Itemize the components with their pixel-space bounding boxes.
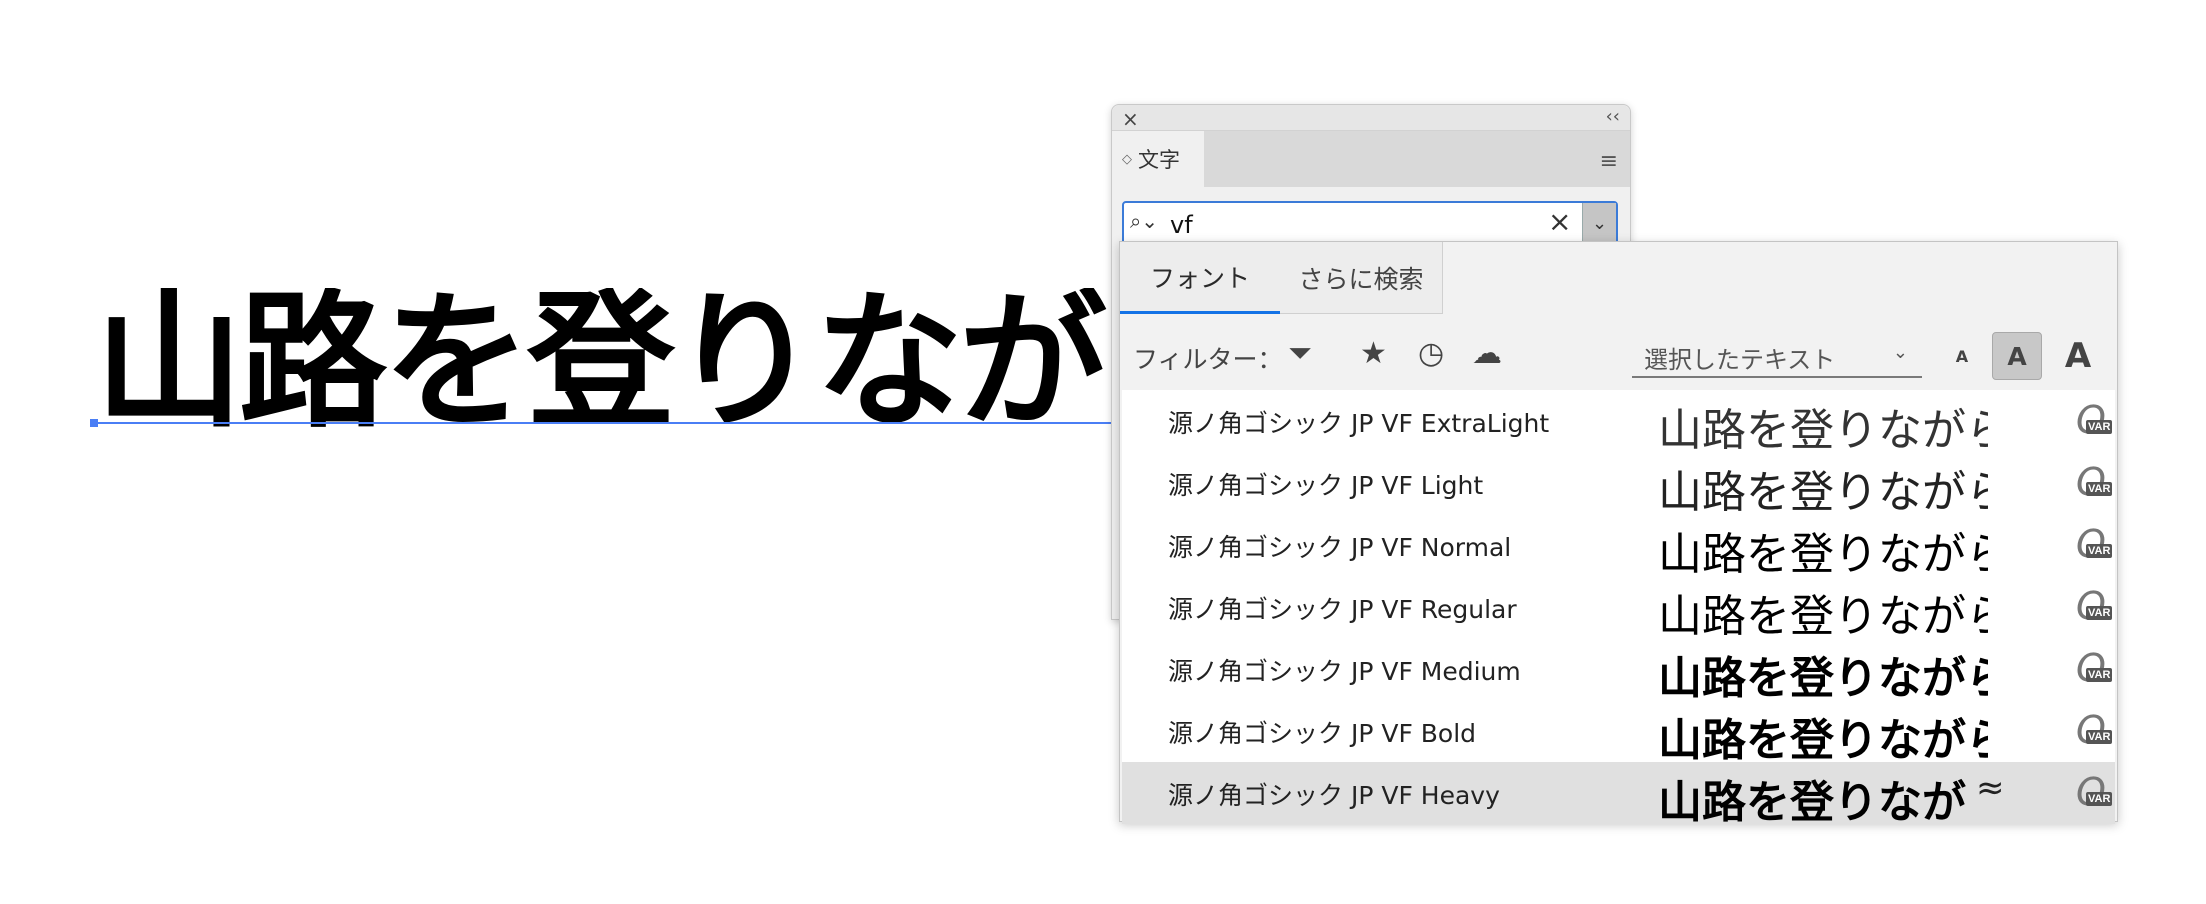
font-name: 源ノ角ゴシック JP VF ExtraLight <box>1168 409 1550 438</box>
collapse-panel-icon[interactable]: ‹‹ <box>1606 106 1620 127</box>
search-icon[interactable]: ⌕⌄ <box>1130 209 1158 233</box>
font-sample: 山路を登りながら <box>1658 405 1988 456</box>
tab-character[interactable]: ◇ 文字 <box>1112 131 1204 187</box>
panel-titlebar: × ‹‹ <box>1112 105 1630 131</box>
text-anchor-point[interactable] <box>90 419 98 427</box>
font-list-item[interactable]: 源ノ角ゴシック JP VF Light 山路を登りながら OVAR <box>1122 452 2115 518</box>
variable-font-icon: OVAR <box>2076 584 2113 628</box>
font-dropdown: フォント さらに検索 フィルター： ⏷ ★ ◷ ☁ 選択したテキスト ⌄ A A… <box>1119 241 2118 828</box>
font-name: 源ノ角ゴシック JP VF Bold <box>1168 719 1477 748</box>
clear-search-icon[interactable]: × <box>1548 205 1571 238</box>
panel-tabbar: ◇ 文字 ≡ <box>1112 131 1630 187</box>
font-sample: 山路を登りなが <box>1658 777 1966 828</box>
favorites-star-icon[interactable]: ★ <box>1360 336 1387 371</box>
chevron-down-icon: ⌄ <box>1892 342 1908 363</box>
font-sample: 山路を登りながら <box>1658 467 1988 518</box>
variable-font-icon: OVAR <box>2076 770 2113 814</box>
font-sample: 山路を登りながら <box>1658 653 1988 704</box>
variable-font-icon: OVAR <box>2076 460 2113 504</box>
panel-menu-icon[interactable]: ≡ <box>1600 149 1618 174</box>
font-search-value: vf <box>1170 211 1193 239</box>
font-list: 源ノ角ゴシック JP VF ExtraLight 山路を登りながら OVAR 源… <box>1122 390 2115 828</box>
font-list-item[interactable]: 源ノ角ゴシック JP VF Normal 山路を登りながら OVAR <box>1122 514 2115 580</box>
similar-fonts-icon[interactable]: ≈ <box>1976 768 2005 808</box>
font-name: 源ノ角ゴシック JP VF Normal <box>1168 533 1512 562</box>
variable-font-icon: OVAR <box>2076 522 2113 566</box>
tab-character-label: 文字 <box>1138 148 1180 172</box>
dropdown-tabs: フォント さらに検索 <box>1120 242 1443 314</box>
recent-clock-icon[interactable]: ◷ <box>1418 336 1444 371</box>
sample-text-select-value: 選択したテキスト <box>1644 346 1836 374</box>
sample-size-medium-button[interactable]: A <box>1992 332 2042 380</box>
font-list-item[interactable]: 源ノ角ゴシック JP VF ExtraLight 山路を登りながら OVAR <box>1122 390 2115 456</box>
filter-funnel-icon[interactable]: ⏷ <box>1288 336 1312 371</box>
sample-size-small-button[interactable]: A <box>1946 332 1978 380</box>
font-sample: 山路を登りながら <box>1658 591 1988 642</box>
font-list-item[interactable]: 源ノ角ゴシック JP VF Medium 山路を登りながら OVAR <box>1122 638 2115 704</box>
font-list-item[interactable]: 源ノ角ゴシック JP VF Bold 山路を登りながら OVAR <box>1122 700 2115 766</box>
activated-fonts-cloud-icon[interactable]: ☁ <box>1472 336 1502 371</box>
font-name: 源ノ角ゴシック JP VF Heavy <box>1168 781 1500 810</box>
canvas-text[interactable]: 山路を登りながら <box>95 288 1130 436</box>
tab-find-more[interactable]: さらに検索 <box>1280 242 1442 314</box>
sample-text-select[interactable]: 選択したテキスト ⌄ <box>1632 336 1922 378</box>
filter-label: フィルター： <box>1133 345 1283 374</box>
font-name: 源ノ角ゴシック JP VF Light <box>1168 471 1484 500</box>
font-list-item-selected[interactable]: 源ノ角ゴシック JP VF Heavy 山路を登りなが ≈ OVAR <box>1122 762 2115 828</box>
sample-size-large-button[interactable]: A <box>2054 332 2102 380</box>
expand-toggle-icon[interactable]: ◇ <box>1122 152 1132 167</box>
font-name: 源ノ角ゴシック JP VF Medium <box>1168 657 1521 686</box>
filter-row: フィルター： ⏷ ★ ◷ ☁ 選択したテキスト ⌄ A A A <box>1120 322 2117 388</box>
font-dropdown-button[interactable]: ⌄ <box>1582 203 1616 243</box>
font-sample: 山路を登りながら <box>1658 715 1988 766</box>
text-baseline <box>92 422 1137 424</box>
variable-font-icon: OVAR <box>2076 398 2113 442</box>
font-name: 源ノ角ゴシック JP VF Regular <box>1168 595 1517 624</box>
close-icon[interactable]: × <box>1122 107 1139 131</box>
variable-font-icon: OVAR <box>2076 646 2113 690</box>
font-list-item[interactable]: 源ノ角ゴシック JP VF Regular 山路を登りながら OVAR <box>1122 576 2115 642</box>
font-search-input[interactable]: ⌕⌄ vf × ⌄ <box>1122 201 1618 245</box>
variable-font-icon: OVAR <box>2076 708 2113 752</box>
font-sample: 山路を登りながら <box>1658 529 1988 580</box>
tab-fonts[interactable]: フォント <box>1120 242 1280 314</box>
